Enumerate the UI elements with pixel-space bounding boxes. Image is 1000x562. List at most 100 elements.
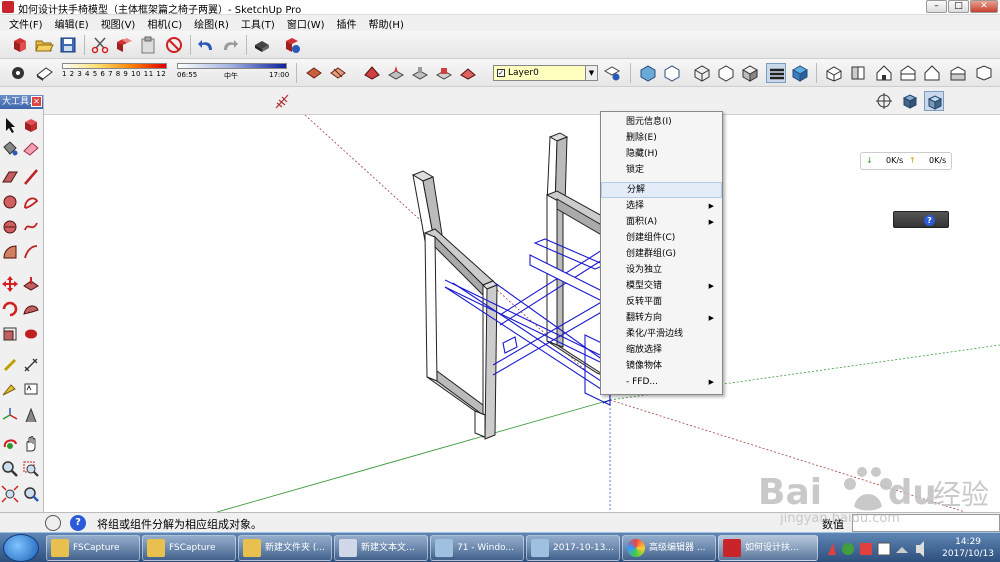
taskbar-item[interactable]: 新建文件夹 (... bbox=[238, 535, 332, 561]
protractor-tool-icon[interactable] bbox=[1, 381, 19, 399]
polygon-tool-icon[interactable] bbox=[1, 218, 19, 236]
tray-icons[interactable] bbox=[822, 535, 932, 561]
zoom-window-icon[interactable] bbox=[22, 460, 40, 478]
taskbar-item[interactable]: FSCapture bbox=[46, 535, 140, 561]
freehand-tool-icon[interactable] bbox=[22, 218, 40, 236]
cut-icon[interactable] bbox=[90, 35, 110, 55]
menu-camera[interactable]: 相机(C) bbox=[141, 16, 188, 31]
shadow-date-slider[interactable]: 1 2 3 4 5 6 7 8 9 10 11 12 bbox=[62, 63, 167, 83]
line-tool-icon[interactable] bbox=[22, 168, 40, 186]
floating-mini-toolbar[interactable]: ? bbox=[893, 211, 949, 228]
ctx-zoom-selection[interactable]: 缩放选择 bbox=[601, 342, 722, 358]
wireframe-icon[interactable] bbox=[692, 63, 712, 83]
zoom-extents-icon[interactable] bbox=[1, 485, 19, 503]
sandbox-contours-icon[interactable] bbox=[362, 63, 382, 83]
ctx-flip-along[interactable]: 翻转方向 ▶ bbox=[601, 310, 722, 326]
axes-icon[interactable] bbox=[874, 91, 894, 111]
model-viewport[interactable] bbox=[45, 115, 1000, 512]
left-view-icon[interactable] bbox=[948, 63, 968, 83]
ctx-mirror[interactable]: 镜像物体 bbox=[601, 358, 722, 374]
ctx-make-group[interactable]: 创建群组(G) bbox=[601, 246, 722, 262]
ctx-area[interactable]: 面积(A) ▶ bbox=[601, 214, 722, 230]
back-edges-icon[interactable] bbox=[662, 63, 682, 83]
bottom-view-icon[interactable] bbox=[974, 63, 994, 83]
ctx-delete[interactable]: 删除(E) bbox=[601, 130, 722, 146]
section-plane-icon[interactable] bbox=[304, 63, 324, 83]
taskbar-item[interactable]: FSCapture bbox=[142, 535, 236, 561]
sandbox-scratch-icon[interactable] bbox=[386, 63, 406, 83]
maximize-button[interactable]: □ bbox=[948, 0, 969, 13]
help-icon[interactable]: ? bbox=[70, 515, 86, 531]
open-folder-icon[interactable] bbox=[34, 35, 54, 55]
measurements-input[interactable] bbox=[852, 514, 1000, 532]
ctx-lock[interactable]: 锁定 bbox=[601, 162, 722, 178]
rotate-tool-icon[interactable] bbox=[1, 300, 19, 318]
arc3-tool-icon[interactable] bbox=[22, 243, 40, 261]
ctx-intersect[interactable]: 模型交错 ▶ bbox=[601, 278, 722, 294]
ctx-make-component[interactable]: 创建组件(C) bbox=[601, 230, 722, 246]
component-icon[interactable] bbox=[924, 91, 944, 111]
ctx-select[interactable]: 选择 ▶ bbox=[601, 198, 722, 214]
shadow-settings-icon[interactable] bbox=[8, 63, 28, 83]
close-button[interactable]: ✕ bbox=[970, 0, 998, 13]
erase-icon[interactable] bbox=[164, 35, 184, 55]
3d-text-tool-icon[interactable] bbox=[22, 406, 40, 424]
start-button[interactable] bbox=[3, 534, 39, 562]
ctx-make-unique[interactable]: 设为独立 bbox=[601, 262, 722, 278]
shaded-icon[interactable] bbox=[740, 63, 760, 83]
shadow-time-slider[interactable]: 06:55 中午 17:00 bbox=[177, 63, 289, 83]
top-view-icon[interactable] bbox=[848, 63, 868, 83]
previous-view-icon[interactable] bbox=[22, 485, 40, 503]
ctx-soften-edges[interactable]: 柔化/平滑边线 bbox=[601, 326, 722, 342]
arc-tool-icon[interactable] bbox=[22, 193, 40, 211]
print-icon[interactable] bbox=[252, 35, 272, 55]
clock[interactable]: 14:29 2017/10/13 bbox=[942, 536, 994, 560]
new-file-icon[interactable] bbox=[10, 35, 30, 55]
hidden-line-icon[interactable] bbox=[716, 63, 736, 83]
taskbar-item[interactable]: 高级编辑器 ... bbox=[622, 535, 716, 561]
ctx-reverse-faces[interactable]: 反转平面 bbox=[601, 294, 722, 310]
menu-file[interactable]: 文件(F) bbox=[3, 16, 49, 31]
offset-tool-icon[interactable] bbox=[22, 325, 40, 343]
sandbox-stamp-icon[interactable] bbox=[434, 63, 454, 83]
rectangle-tool-icon[interactable] bbox=[1, 168, 19, 186]
eraser-icon[interactable] bbox=[22, 139, 40, 157]
menu-view[interactable]: 视图(V) bbox=[95, 16, 142, 31]
tape-measure-icon[interactable] bbox=[1, 356, 19, 374]
select-tool-icon[interactable] bbox=[1, 116, 19, 134]
redo-icon[interactable] bbox=[220, 35, 240, 55]
menu-window[interactable]: 窗口(W) bbox=[281, 16, 331, 31]
back-view-icon[interactable] bbox=[922, 63, 942, 83]
ctx-entity-info[interactable]: 图元信息(I) bbox=[601, 114, 722, 130]
pie-tool-icon[interactable] bbox=[1, 243, 19, 261]
menu-tools[interactable]: 工具(T) bbox=[235, 16, 281, 31]
chair-frame-model[interactable] bbox=[45, 115, 1000, 512]
circle-tool-icon[interactable] bbox=[1, 193, 19, 211]
section-cut-icon[interactable] bbox=[328, 63, 348, 83]
menu-draw[interactable]: 绘图(R) bbox=[188, 16, 235, 31]
help-icon[interactable]: ? bbox=[924, 215, 935, 226]
ctx-explode[interactable]: 分解 bbox=[601, 182, 722, 198]
model-info-icon[interactable] bbox=[282, 35, 302, 55]
user-icon[interactable] bbox=[45, 515, 61, 531]
iso-view-icon[interactable] bbox=[824, 63, 844, 83]
front-view-icon[interactable] bbox=[874, 63, 894, 83]
follow-me-tool-icon[interactable] bbox=[22, 300, 40, 318]
layer-dropdown[interactable]: ✓ Layer0 ▼ bbox=[493, 65, 598, 81]
copy-icon[interactable] bbox=[114, 35, 134, 55]
xray-icon[interactable] bbox=[638, 63, 658, 83]
ctx-ffd[interactable]: - FFD... ▶ bbox=[601, 374, 722, 390]
save-icon[interactable] bbox=[58, 35, 78, 55]
move-tool-icon[interactable] bbox=[1, 275, 19, 293]
zoom-tool-icon[interactable] bbox=[1, 460, 19, 478]
sandbox-smoove-icon[interactable] bbox=[410, 63, 430, 83]
menu-help[interactable]: 帮助(H) bbox=[363, 16, 410, 31]
taskbar-item[interactable]: 71 - Windo... bbox=[430, 535, 524, 561]
push-pull-tool-icon[interactable] bbox=[22, 275, 40, 293]
scale-tool-icon[interactable] bbox=[1, 325, 19, 343]
menu-edit[interactable]: 编辑(E) bbox=[49, 16, 95, 31]
ctx-hide[interactable]: 隐藏(H) bbox=[601, 146, 722, 162]
taskbar-item[interactable]: 2017-10-13... bbox=[526, 535, 620, 561]
axes-tool-icon[interactable] bbox=[1, 406, 19, 424]
spring-plugin-icon[interactable] bbox=[272, 91, 292, 111]
